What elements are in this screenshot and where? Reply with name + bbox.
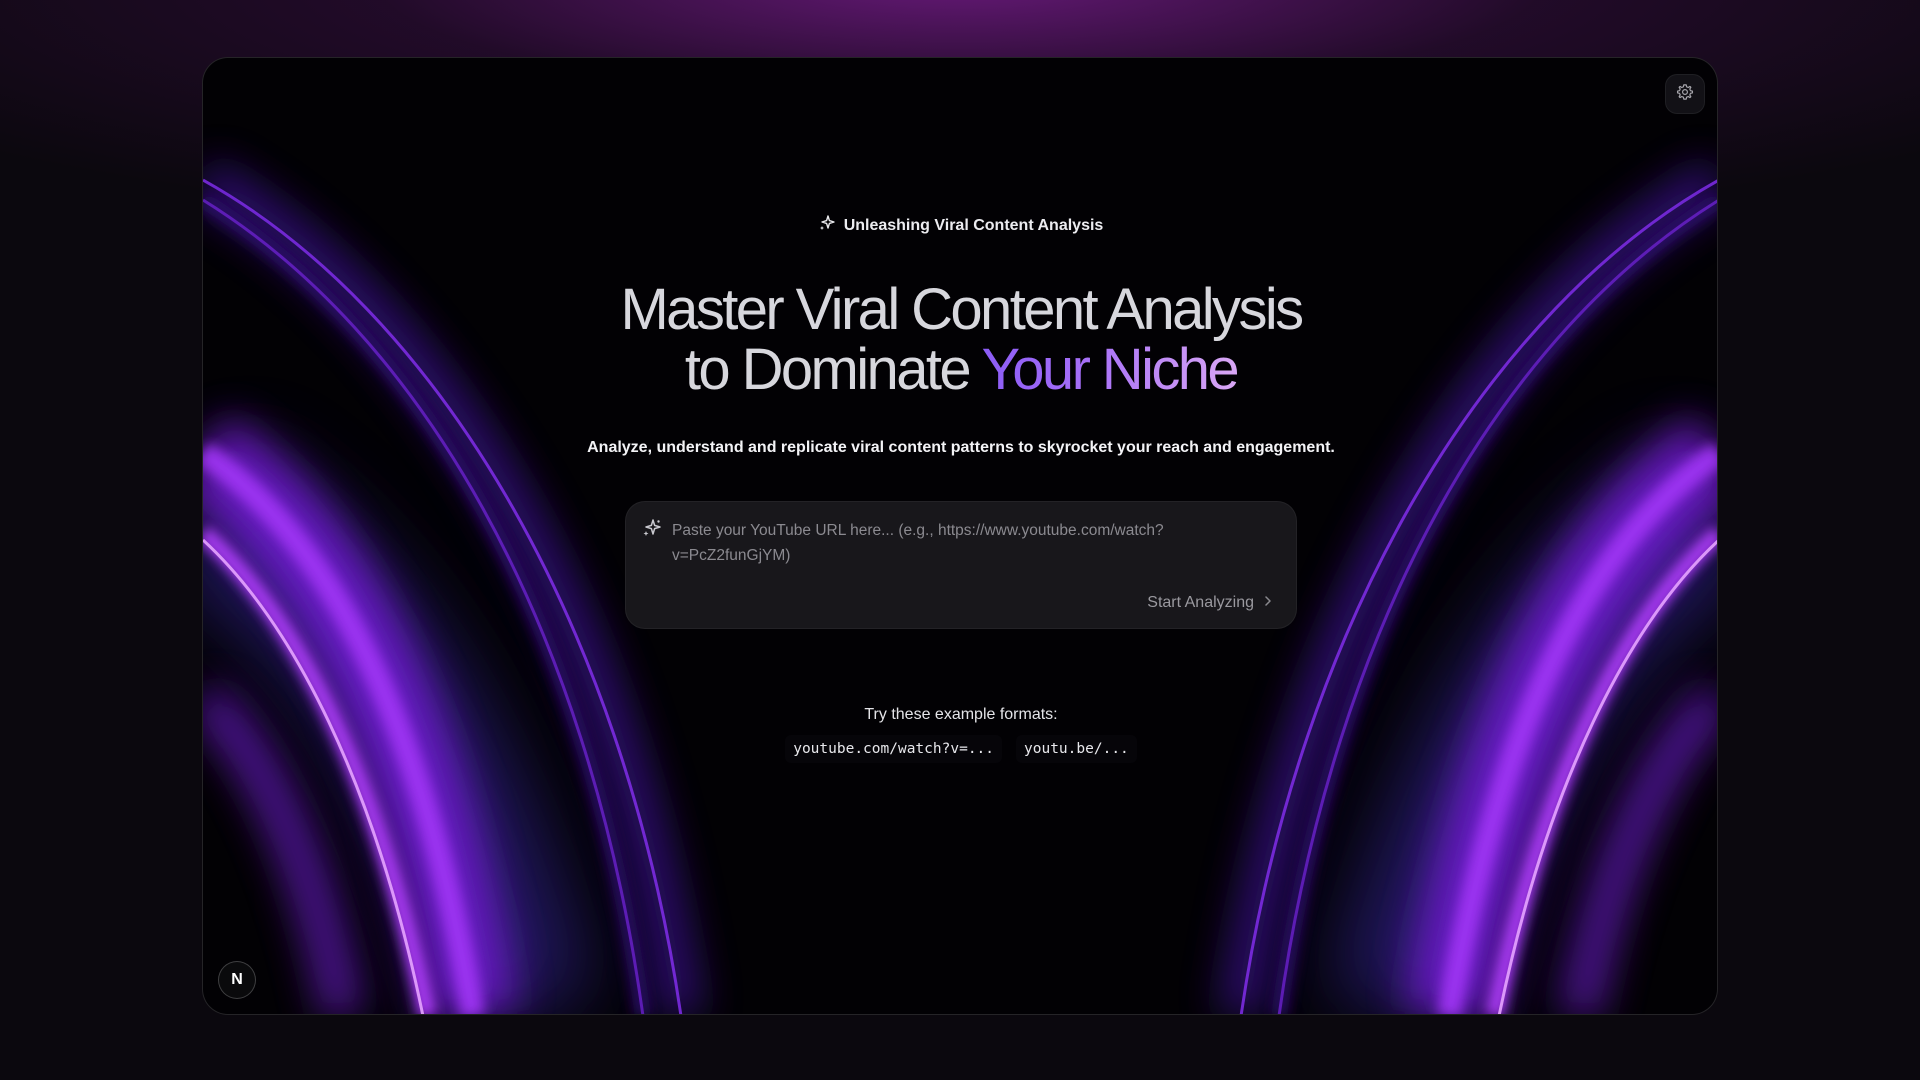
n-logo-letter: N xyxy=(231,971,243,988)
hero-content: Unleashing Viral Content Analysis Master… xyxy=(203,58,1717,1014)
chevron-right-icon xyxy=(1264,594,1272,612)
page-subtitle: Analyze, understand and replicate viral … xyxy=(587,439,1335,456)
gear-icon xyxy=(1676,83,1694,106)
start-analyzing-button[interactable]: Start Analyzing xyxy=(1147,594,1272,612)
settings-button[interactable] xyxy=(1665,74,1705,114)
sparkles-icon xyxy=(642,518,662,543)
youtube-url-input[interactable] xyxy=(672,518,1272,574)
title-accent: Your Niche xyxy=(981,337,1240,402)
eyebrow-text: Unleashing Viral Content Analysis xyxy=(843,216,1104,234)
page-title: Master Viral Content Analysis to Dominat… xyxy=(203,277,1717,402)
eyebrow-tagline: Unleashing Viral Content Analysis xyxy=(203,215,1717,236)
examples-label: Try these example formats: xyxy=(864,706,1058,723)
example-format-short[interactable]: youtu.be/... xyxy=(1016,735,1137,763)
url-input-card: Start Analyzing xyxy=(625,501,1297,629)
example-format-watch[interactable]: youtube.com/watch?v=... xyxy=(785,735,1003,763)
app-window: Unleashing Viral Content Analysis Master… xyxy=(202,57,1718,1015)
start-analyzing-label: Start Analyzing xyxy=(1147,594,1254,611)
title-line-2-prefix: to Dominate xyxy=(684,337,982,402)
example-formats: youtube.com/watch?v=... youtu.be/... xyxy=(203,735,1717,763)
title-line-1: Master Viral Content Analysis xyxy=(620,277,1304,342)
sparkles-icon xyxy=(819,215,835,236)
n-logo-badge[interactable]: N xyxy=(218,961,256,999)
